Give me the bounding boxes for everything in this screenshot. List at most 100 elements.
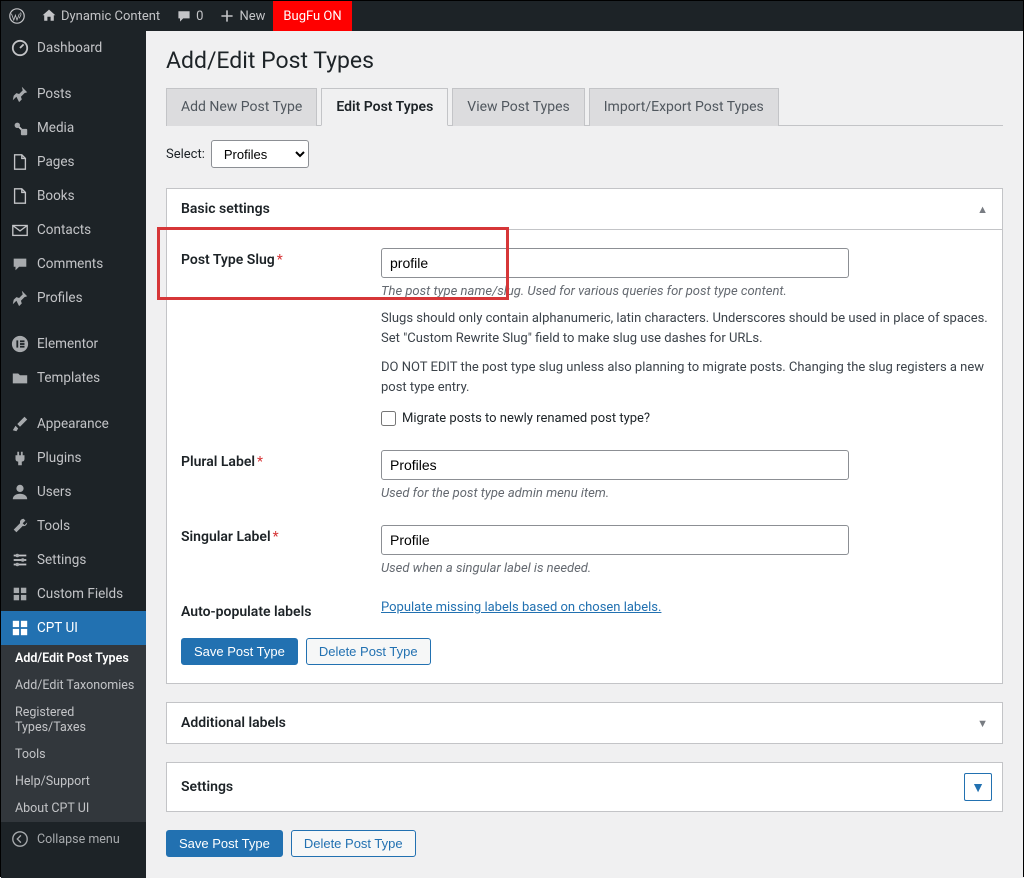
panel-head-basic[interactable]: Basic settings ▲	[167, 189, 1002, 230]
wp-logo[interactable]	[1, 1, 33, 31]
submenu-item-add-edit-taxonomies[interactable]: Add/Edit Taxonomies	[1, 672, 146, 699]
tab-import-export[interactable]: Import/Export Post Types	[589, 88, 779, 126]
singular-input[interactable]	[381, 525, 849, 555]
folder-icon	[11, 369, 29, 387]
sidebar-item-profiles[interactable]: Profiles	[1, 281, 146, 315]
submenu-item-add-edit-post-types[interactable]: Add/Edit Post Types	[1, 645, 146, 672]
sidebar-item-plugins[interactable]: Plugins	[1, 441, 146, 475]
sidebar-item-cpt-ui[interactable]: CPT UI	[1, 611, 146, 645]
comment-icon	[176, 8, 192, 24]
caret-down-icon: ▼	[977, 717, 988, 730]
slug-label: Post Type Slug	[181, 252, 275, 268]
mail-icon	[11, 221, 29, 239]
brush-icon	[11, 415, 29, 433]
sidebar-item-custom-fields[interactable]: Custom Fields	[1, 577, 146, 611]
media-icon	[11, 119, 29, 137]
sidebar-item-label: Media	[37, 120, 74, 136]
select-row: Select: Profiles	[166, 140, 1003, 168]
slug-desc: The post type name/slug. Used for variou…	[381, 284, 988, 299]
tab-add-new[interactable]: Add New Post Type	[166, 88, 317, 126]
main-content: Add/Edit Post Types Add New Post Type Ed…	[146, 31, 1023, 878]
required-mark: *	[277, 252, 283, 268]
submenu-item-help-support[interactable]: Help/Support	[1, 768, 146, 795]
pin-icon	[11, 289, 29, 307]
button-row-bottom: Save Post Type Delete Post Type	[166, 830, 1003, 857]
save-button-basic[interactable]: Save Post Type	[181, 638, 298, 665]
tab-view[interactable]: View Post Types	[452, 88, 584, 126]
collapse-icon	[11, 830, 29, 848]
tabs: Add New Post Type Edit Post Types View P…	[166, 88, 1003, 126]
sidebar-item-pages[interactable]: Pages	[1, 145, 146, 179]
sidebar-item-appearance[interactable]: Appearance	[1, 407, 146, 441]
dashboard-icon	[11, 39, 29, 57]
site-link[interactable]: Dynamic Content	[33, 1, 168, 31]
sidebar-item-label: Dashboard	[37, 40, 102, 56]
post-type-select[interactable]: Profiles	[211, 140, 309, 168]
site-name: Dynamic Content	[61, 9, 160, 24]
comments-count: 0	[196, 9, 203, 24]
sidebar-item-books[interactable]: Books	[1, 179, 146, 213]
tab-edit[interactable]: Edit Post Types	[321, 88, 448, 126]
home-icon	[41, 8, 57, 24]
cpt-icon	[11, 619, 29, 637]
bugfu-indicator[interactable]: BugFu ON	[273, 1, 351, 31]
sidebar-item-label: Contacts	[37, 222, 91, 238]
sidebar-item-users[interactable]: Users	[1, 475, 146, 509]
sidebar-item-dashboard[interactable]: Dashboard	[1, 31, 146, 65]
sidebar-item-label: Settings	[37, 552, 86, 568]
comments-link[interactable]: 0	[168, 1, 211, 31]
panel-head-additional[interactable]: Additional labels ▼	[167, 703, 1002, 743]
singular-desc: Used when a singular label is needed.	[381, 561, 988, 576]
sidebar-item-label: Posts	[37, 86, 71, 102]
sidebar-item-label: Custom Fields	[37, 586, 123, 602]
sliders-icon	[11, 551, 29, 569]
wrench-icon	[11, 517, 29, 535]
row-plural: Plural Label* Used for the post type adm…	[181, 450, 988, 501]
pin-icon	[11, 85, 29, 103]
plural-input[interactable]	[381, 450, 849, 480]
submenu-item-tools[interactable]: Tools	[1, 741, 146, 768]
submenu-item-about[interactable]: About CPT UI	[1, 795, 146, 822]
sidebar-item-settings[interactable]: Settings	[1, 543, 146, 577]
migrate-checkbox[interactable]	[381, 411, 396, 426]
autopop-label: Auto-populate labels	[181, 604, 311, 620]
collapse-menu[interactable]: Collapse menu	[1, 822, 146, 856]
plus-icon	[219, 8, 235, 24]
row-slug: Post Type Slug* The post type name/slug.…	[181, 248, 988, 426]
sidebar-item-comments[interactable]: Comments	[1, 247, 146, 281]
delete-button-bottom[interactable]: Delete Post Type	[291, 830, 416, 857]
sidebar-item-label: Comments	[37, 256, 103, 272]
panel-title: Settings	[181, 779, 233, 795]
sidebar-item-label: Elementor	[37, 336, 98, 352]
slug-input[interactable]	[381, 248, 849, 278]
plug-icon	[11, 449, 29, 467]
panel-head-settings[interactable]: Settings ▼	[167, 763, 1002, 811]
page-title: Add/Edit Post Types	[166, 47, 1003, 74]
new-link[interactable]: New	[211, 1, 273, 31]
collapse-label: Collapse menu	[37, 832, 120, 847]
sidebar-item-media[interactable]: Media	[1, 111, 146, 145]
admin-toolbar: Dynamic Content 0 New BugFu ON	[1, 1, 1023, 31]
sidebar-item-posts[interactable]: Posts	[1, 77, 146, 111]
sidebar-item-label: Pages	[37, 154, 75, 170]
row-singular: Singular Label* Used when a singular lab…	[181, 525, 988, 576]
submenu-item-registered-types[interactable]: Registered Types/Taxes	[1, 699, 146, 741]
sidebar-item-label: CPT UI	[37, 620, 78, 636]
sidebar-item-templates[interactable]: Templates	[1, 361, 146, 395]
page-icon	[11, 153, 29, 171]
slug-note-2: DO NOT EDIT the post type slug unless al…	[381, 358, 988, 397]
sidebar-item-tools[interactable]: Tools	[1, 509, 146, 543]
sidebar-item-elementor[interactable]: Elementor	[1, 327, 146, 361]
wordpress-icon	[9, 8, 25, 24]
singular-label: Singular Label	[181, 529, 271, 545]
save-button-bottom[interactable]: Save Post Type	[166, 830, 283, 857]
caret-down-icon: ▼	[964, 773, 992, 801]
delete-button-basic[interactable]: Delete Post Type	[306, 638, 431, 665]
sidebar-item-label: Profiles	[37, 290, 83, 306]
migrate-label: Migrate posts to newly renamed post type…	[402, 411, 650, 426]
panel-additional-labels: Additional labels ▼	[166, 702, 1003, 744]
sidebar-item-label: Books	[37, 188, 75, 204]
sidebar-item-contacts[interactable]: Contacts	[1, 213, 146, 247]
caret-up-icon: ▲	[977, 203, 988, 216]
autopop-link[interactable]: Populate missing labels based on chosen …	[381, 600, 661, 615]
